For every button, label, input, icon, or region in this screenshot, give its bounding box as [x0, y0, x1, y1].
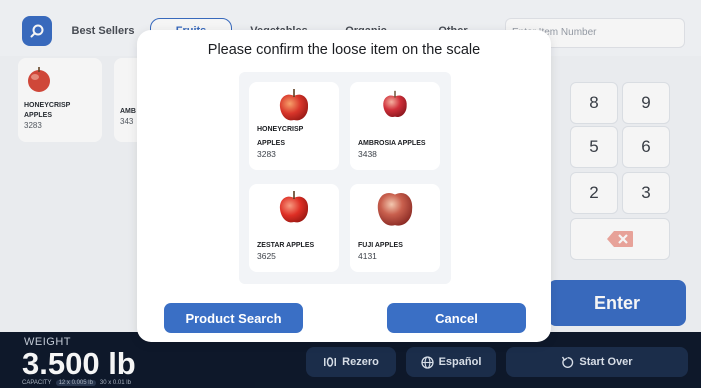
apple-icon	[377, 193, 413, 226]
item-choice-grid: HONEYCRISP APPLES 3283 AMBROSIA APPLES 3…	[239, 72, 451, 284]
apple-icon	[279, 191, 309, 223]
apple-icon	[383, 90, 407, 117]
item-option-honeycrisp-apples[interactable]: HONEYCRISP APPLES 3283	[249, 82, 339, 170]
item-name: APPLES	[257, 140, 286, 147]
cancel-button[interactable]: Cancel	[387, 303, 526, 333]
item-number: 3625	[257, 251, 276, 261]
confirm-item-dialog: Please confirm the loose item on the sca…	[137, 30, 551, 342]
apple-icon	[279, 89, 309, 121]
item-number: 3283	[257, 149, 276, 159]
item-name: AMBROSIA APPLES	[358, 140, 426, 147]
product-search-button[interactable]: Product Search	[164, 303, 303, 333]
item-name: ZESTAR APPLES	[257, 242, 315, 249]
item-option-ambrosia-apples[interactable]: AMBROSIA APPLES 3438	[350, 82, 440, 170]
item-number: 3438	[358, 149, 377, 159]
dialog-title: Please confirm the loose item on the sca…	[207, 42, 481, 58]
item-option-fuji-apples[interactable]: FUJI APPLES 4131	[350, 184, 440, 272]
item-name: FUJI APPLES	[358, 242, 403, 249]
item-number: 4131	[358, 251, 377, 261]
item-name-line1: HONEYCRISP	[257, 126, 304, 133]
item-option-zestar-apples[interactable]: ZESTAR APPLES 3625	[249, 184, 339, 272]
